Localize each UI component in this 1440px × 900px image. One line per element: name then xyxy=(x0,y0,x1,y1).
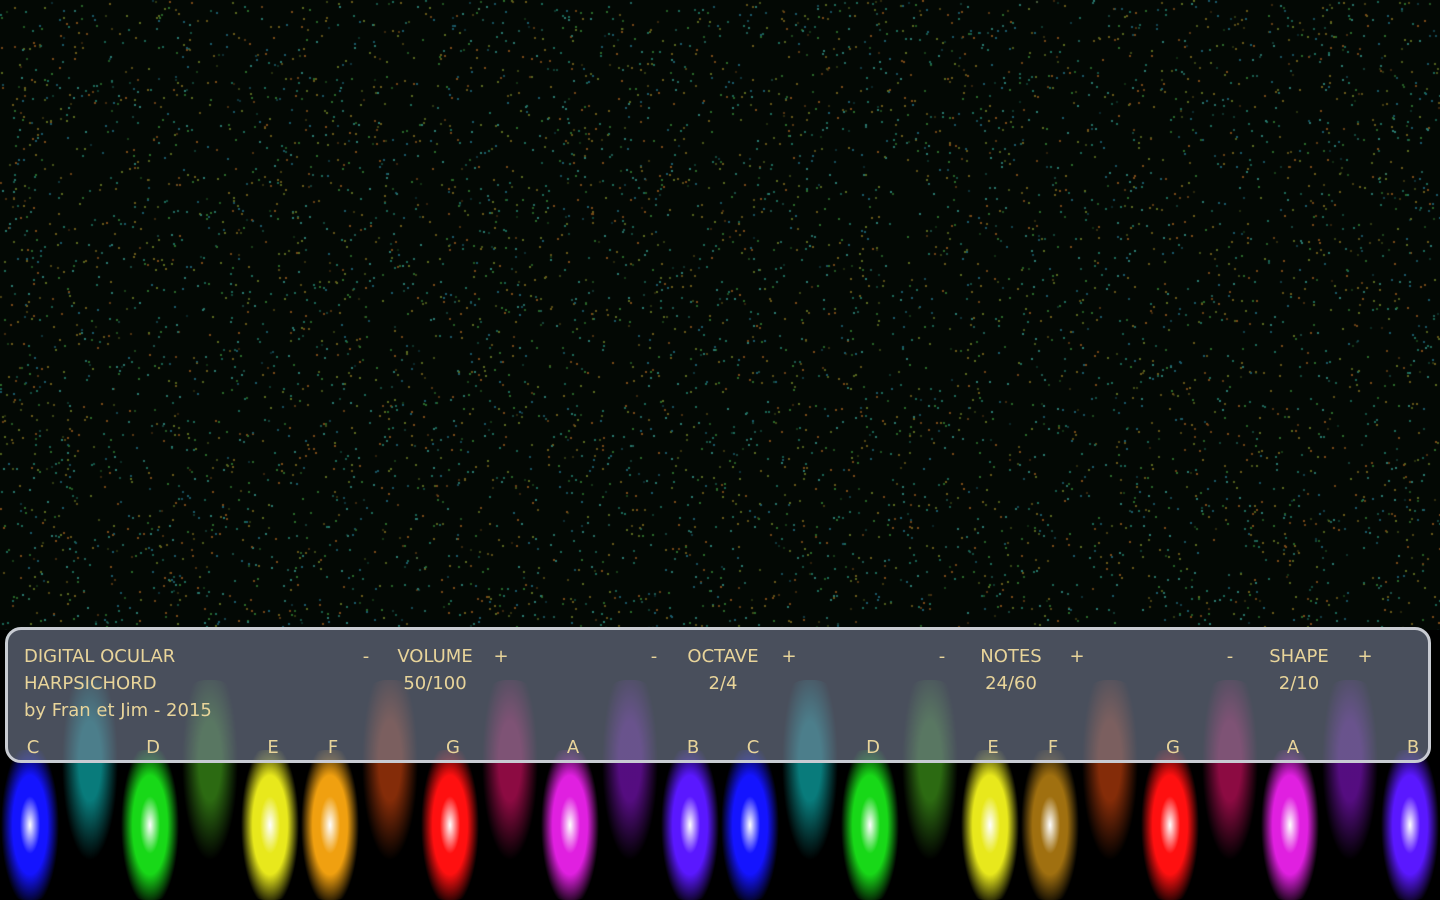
volume-minus-button[interactable]: - xyxy=(354,646,378,668)
volume-label: VOLUME xyxy=(397,646,473,667)
shape-minus-button[interactable]: - xyxy=(1218,646,1242,668)
note-label: A xyxy=(1286,737,1300,758)
volume-plus-button[interactable]: + xyxy=(489,646,513,668)
white-key-g[interactable] xyxy=(1141,750,1199,900)
notes-plus-button[interactable]: + xyxy=(1065,646,1089,668)
shape-value: 2/10 xyxy=(1278,673,1320,694)
white-key-a[interactable] xyxy=(1261,750,1319,900)
volume-value: 50/100 xyxy=(403,673,467,694)
white-key-c[interactable] xyxy=(721,750,779,900)
white-key-e[interactable] xyxy=(241,750,299,900)
white-key-c[interactable] xyxy=(1,750,59,900)
note-label: F xyxy=(1047,737,1059,758)
white-key-f[interactable] xyxy=(1021,750,1079,900)
shape-plus-button[interactable]: + xyxy=(1353,646,1377,668)
note-label: D xyxy=(146,737,160,758)
note-label: G xyxy=(446,737,460,758)
note-label: C xyxy=(26,737,40,758)
white-key-g[interactable] xyxy=(421,750,479,900)
note-label: G xyxy=(1166,737,1180,758)
white-key-b[interactable] xyxy=(661,750,719,900)
note-label: D xyxy=(866,737,880,758)
notes-label: NOTES xyxy=(980,646,1042,667)
white-key-b[interactable] xyxy=(1381,750,1439,900)
particle-visualizer xyxy=(0,0,1440,640)
app-title-line1: DIGITAL OCULAR xyxy=(24,646,176,667)
white-key-a[interactable] xyxy=(541,750,599,900)
octave-label: OCTAVE xyxy=(687,646,759,667)
white-key-d[interactable] xyxy=(121,750,179,900)
note-label: E xyxy=(267,737,279,758)
note-label: E xyxy=(987,737,999,758)
note-label: B xyxy=(1406,737,1420,758)
notes-value: 24/60 xyxy=(985,673,1037,694)
octave-value: 2/4 xyxy=(708,673,738,694)
app-title-line2: HARPSICHORD xyxy=(24,673,157,694)
octave-minus-button[interactable]: - xyxy=(642,646,666,668)
white-key-d[interactable] xyxy=(841,750,899,900)
note-label: A xyxy=(566,737,580,758)
app-credit: by Fran et Jim - 2015 xyxy=(24,700,212,721)
shape-label: SHAPE xyxy=(1269,646,1329,667)
white-key-f[interactable] xyxy=(301,750,359,900)
control-panel: DIGITAL OCULAR HARPSICHORD by Fran et Ji… xyxy=(5,627,1431,763)
octave-plus-button[interactable]: + xyxy=(777,646,801,668)
note-label: C xyxy=(746,737,760,758)
notes-minus-button[interactable]: - xyxy=(930,646,954,668)
white-key-e[interactable] xyxy=(961,750,1019,900)
note-label: F xyxy=(327,737,339,758)
note-label: B xyxy=(686,737,700,758)
